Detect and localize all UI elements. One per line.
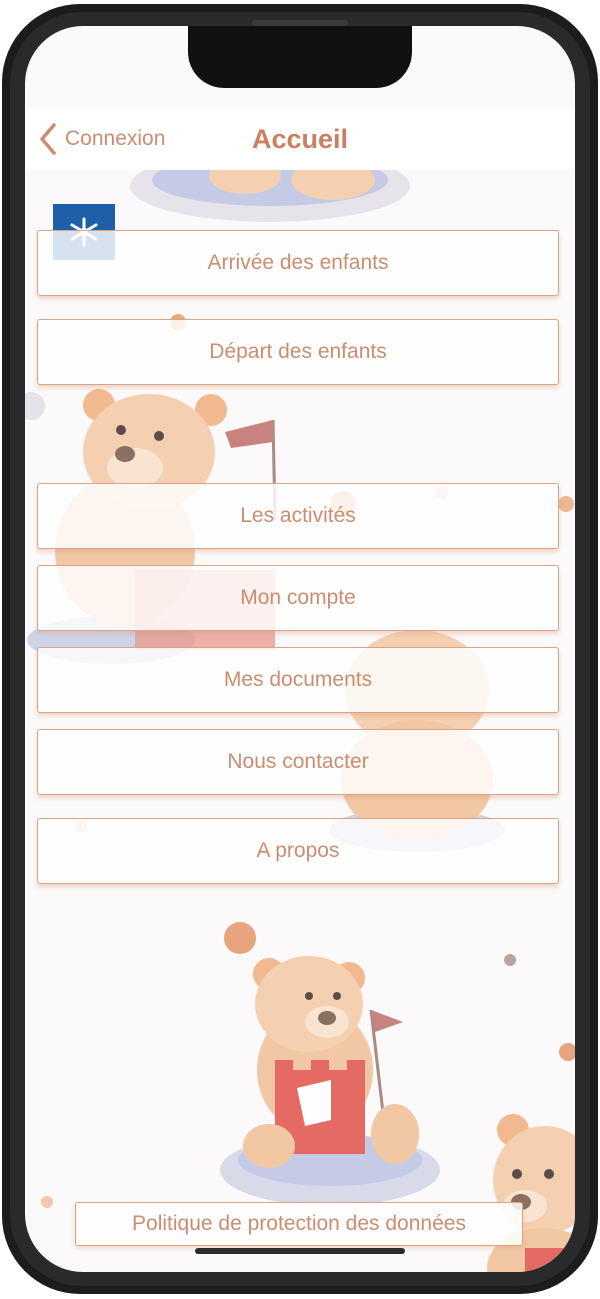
about-button[interactable]: A propos	[37, 818, 559, 884]
navigation-bar: Connexion Accueil	[25, 108, 575, 170]
my-account-button[interactable]: Mon compte	[37, 565, 559, 631]
app-screen: Connexion Accueil Arrivée des enfants Dé…	[25, 26, 575, 1272]
privacy-policy-button[interactable]: Politique de protection des données	[75, 1202, 523, 1246]
contact-us-button[interactable]: Nous contacter	[37, 729, 559, 795]
activities-button[interactable]: Les activités	[37, 483, 559, 549]
departure-button[interactable]: Départ des enfants	[37, 319, 559, 385]
page-title: Accueil	[251, 124, 349, 154]
arrival-button[interactable]: Arrivée des enfants	[37, 230, 559, 296]
phone-device: Connexion Accueil Arrivée des enfants Dé…	[0, 0, 600, 1299]
notch	[188, 26, 412, 88]
speaker	[252, 20, 348, 26]
home-indicator[interactable]	[195, 1248, 405, 1254]
my-documents-button[interactable]: Mes documents	[37, 647, 559, 713]
